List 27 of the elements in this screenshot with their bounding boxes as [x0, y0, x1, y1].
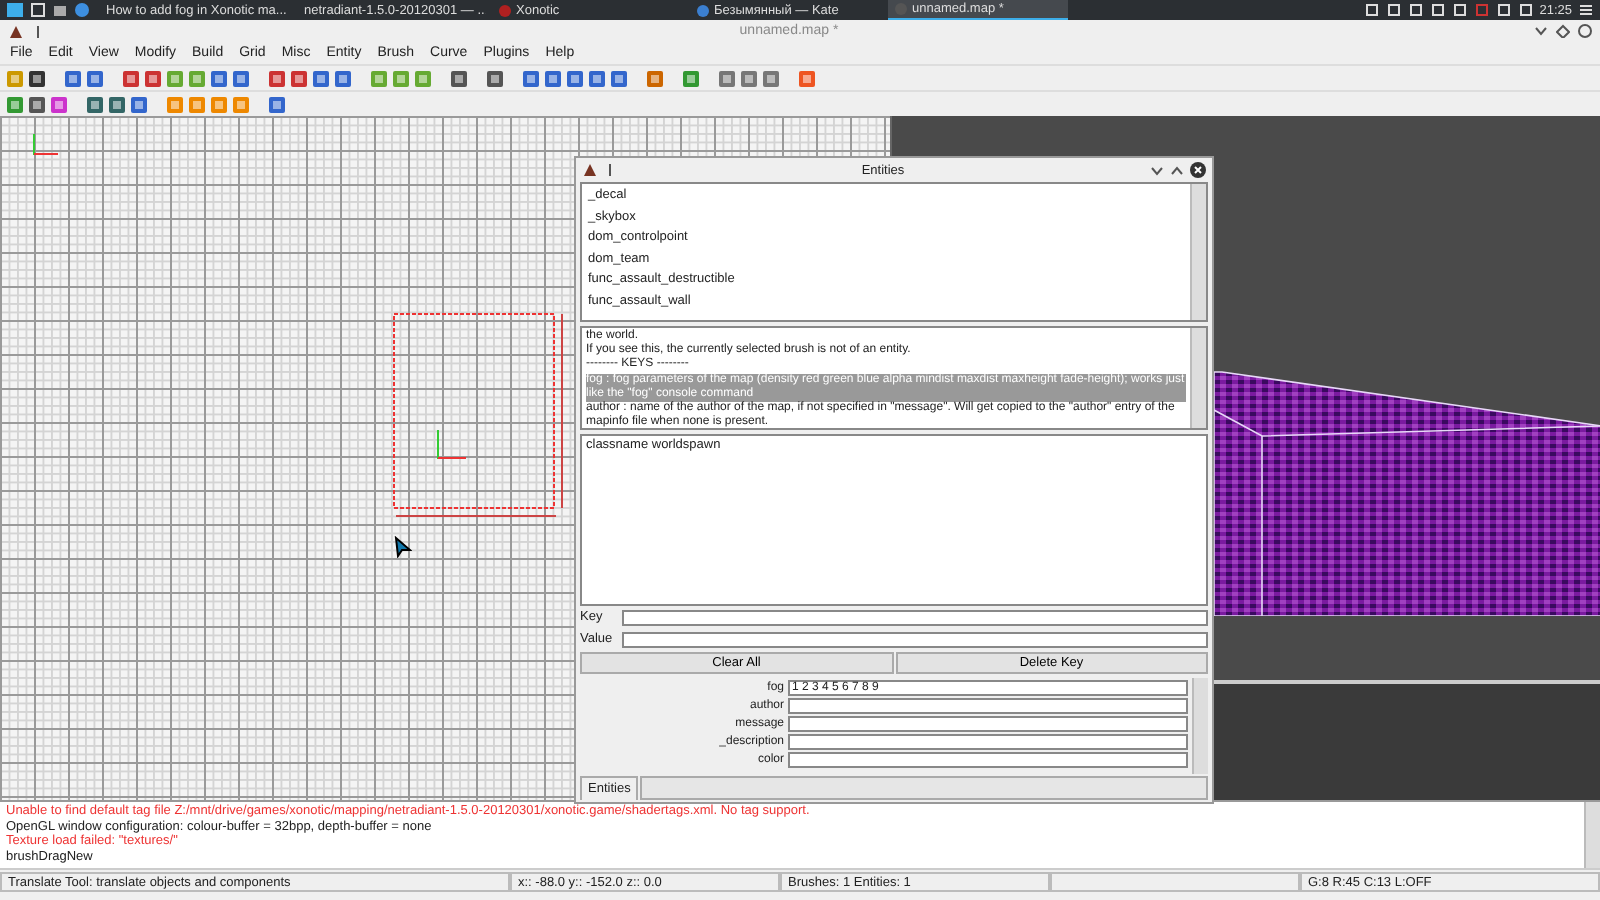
- desktop-icon: [30, 2, 46, 18]
- minimize-icon[interactable]: [1150, 163, 1164, 177]
- app-icon: [894, 2, 908, 16]
- close-icon[interactable]: [1190, 162, 1206, 178]
- maximize-icon[interactable]: [1170, 163, 1184, 177]
- globe-icon: [74, 2, 90, 18]
- close-icon: [1578, 24, 1592, 38]
- pin-icon: [32, 23, 44, 39]
- scrollbar[interactable]: [1584, 802, 1600, 868]
- app-icon: [498, 3, 512, 17]
- value-field[interactable]: [622, 631, 1208, 647]
- scrollbar[interactable]: [1190, 328, 1206, 428]
- key-field[interactable]: [622, 609, 1208, 625]
- app-icon: [696, 3, 710, 17]
- pin-icon: [604, 162, 616, 178]
- app-icon: [582, 162, 598, 178]
- scrollbar[interactable]: [1190, 184, 1206, 320]
- cursor-icon: [394, 536, 412, 558]
- property-field[interactable]: [788, 716, 1188, 732]
- minimize-icon: [1534, 24, 1548, 38]
- property-field[interactable]: [788, 752, 1188, 768]
- scrollbar[interactable]: [1192, 678, 1208, 774]
- maximize-icon: [1556, 24, 1570, 38]
- property-field[interactable]: [788, 734, 1188, 750]
- launcher-icon: [6, 2, 24, 18]
- property-field[interactable]: [788, 698, 1188, 714]
- menu-icon: [1578, 2, 1594, 18]
